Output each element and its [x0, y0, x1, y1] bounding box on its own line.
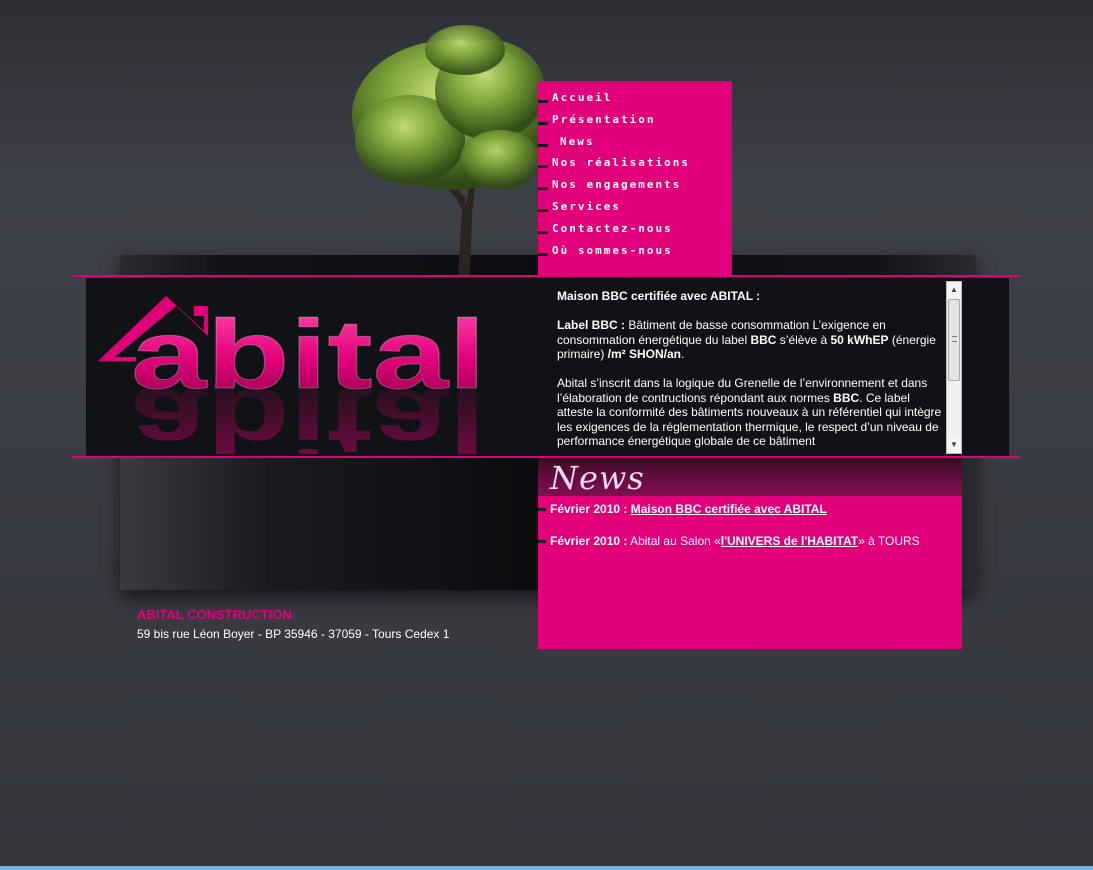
- nav-item-location[interactable]: Où sommes-nous: [538, 240, 732, 262]
- scroll-up-icon[interactable]: ▲: [947, 282, 961, 298]
- abital-logo: abital abital: [98, 296, 487, 454]
- article-paragraph-1: Label BBC : Bâtiment de basse consommati…: [557, 318, 936, 361]
- bottom-border: [0, 866, 1093, 870]
- scroll-down-icon[interactable]: ▼: [947, 437, 961, 453]
- nav-item-news[interactable]: News: [538, 131, 732, 153]
- news-list: Février 2010 : Maison BBC certifiée avec…: [538, 496, 962, 649]
- nav-item-realisations[interactable]: Nos réalisations: [538, 152, 732, 174]
- main-navigation: Accueil Présentation News Nos réalisatio…: [538, 81, 732, 277]
- company-address: 59 bis rue Léon Boyer - BP 35946 - 37059…: [137, 627, 450, 641]
- article-scrollbar[interactable]: ▲ ▼: [946, 281, 962, 454]
- news-header: News: [538, 458, 962, 497]
- news-item: Février 2010 : Abital au Salon «l'UNIVER…: [538, 534, 920, 548]
- nav-item-services[interactable]: Services: [538, 196, 732, 218]
- article-scroll-box[interactable]: Maison BBC certifiée avec ABITAL : Label…: [546, 281, 962, 454]
- news-title: News: [550, 459, 645, 497]
- nav-item-accueil[interactable]: Accueil: [538, 87, 732, 109]
- panel-shine: [120, 457, 540, 590]
- logo-reflection: abital: [131, 367, 486, 454]
- company-name: ABITAL CONSTRUCTION: [137, 607, 292, 622]
- news-item: Février 2010 : Maison BBC certifiée avec…: [538, 502, 827, 516]
- nav-item-presentation[interactable]: Présentation: [538, 109, 732, 131]
- tree-illustration: [352, 25, 552, 275]
- article-title: Maison BBC certifiée avec ABITAL :: [557, 289, 761, 303]
- scroll-thumb[interactable]: [948, 299, 960, 381]
- article-paragraph-2: Abital s’inscrit dans la logique du Gren…: [557, 376, 942, 448]
- news-link-bbc[interactable]: Maison BBC certifiée avec ABITAL: [631, 502, 827, 516]
- nav-item-engagements[interactable]: Nos engagements: [538, 174, 732, 196]
- nav-item-contact[interactable]: Contactez-nous: [538, 218, 732, 240]
- news-link-salon[interactable]: l'UNIVERS de l'HABITAT: [721, 534, 858, 548]
- banner-border-top: [72, 275, 1020, 277]
